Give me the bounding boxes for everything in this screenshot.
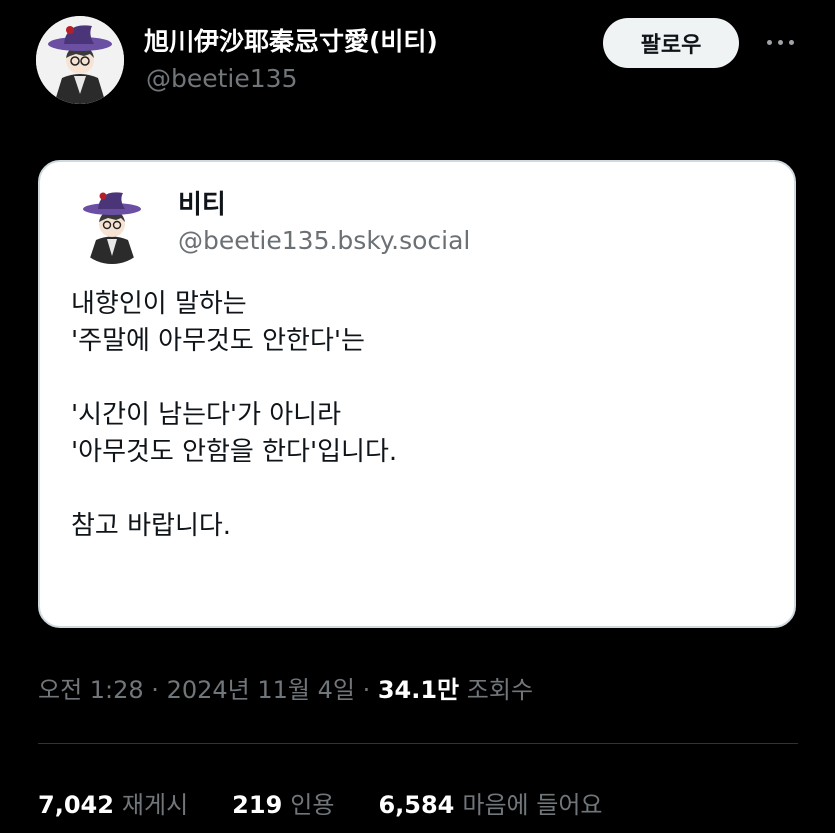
quote-avatar bbox=[72, 184, 152, 264]
divider bbox=[38, 743, 798, 744]
more-dot bbox=[766, 39, 772, 45]
quoted-post-card[interactable]: 비티 @beetie135.bsky.social 내향인이 말하는 '주말에 … bbox=[38, 160, 796, 628]
quote-text-line: '시간이 남는다'가 아니라 bbox=[71, 400, 342, 430]
author-display-name[interactable]: 旭川伊沙耶秦忌寸愛(비티) bbox=[144, 22, 438, 58]
more-dot bbox=[777, 39, 783, 45]
post-metadata: 오전 1:28 · 2024년 11월 4일 · 34.1만 조회수 bbox=[38, 670, 533, 705]
views-count: 34.1만 bbox=[377, 676, 460, 704]
reposts-label: 재게시 bbox=[121, 791, 189, 819]
quotes-count: 219 bbox=[232, 791, 283, 819]
quote-text: 내향인이 말하는 '주말에 아무것도 안한다'는 '시간이 남는다'가 아니라 … bbox=[71, 286, 397, 545]
views-label: 조회수 bbox=[466, 676, 534, 704]
quotes-label: 인용 bbox=[290, 791, 335, 819]
more-dot bbox=[788, 39, 794, 45]
avatar-illustration bbox=[72, 184, 152, 264]
post-timestamp[interactable]: 오전 1:28 · 2024년 11월 4일 · bbox=[38, 676, 378, 704]
author-handle[interactable]: @beetie135 bbox=[146, 64, 297, 93]
quote-author-handle: @beetie135.bsky.social bbox=[178, 226, 471, 255]
avatar-illustration bbox=[36, 16, 124, 104]
reposts-stat[interactable]: 7,042 재게시 bbox=[38, 785, 188, 820]
engagement-stats: 7,042 재게시 219 인용 6,584 마음에 들어요 bbox=[38, 785, 646, 820]
quote-text-line: 참고 바랍니다. bbox=[71, 511, 232, 541]
quote-text-line: '주말에 아무것도 안한다'는 bbox=[71, 326, 365, 356]
more-horizontal-icon[interactable] bbox=[760, 30, 800, 54]
quote-text-blank-line bbox=[71, 471, 397, 508]
reposts-count: 7,042 bbox=[38, 791, 114, 819]
quote-text-line: 내향인이 말하는 bbox=[71, 289, 247, 319]
quote-author-name: 비티 bbox=[178, 190, 226, 220]
follow-button[interactable]: 팔로우 bbox=[603, 18, 739, 68]
quote-text-blank-line bbox=[71, 360, 397, 397]
likes-label: 마음에 들어요 bbox=[462, 791, 603, 819]
quote-text-line: '아무것도 안함을 한다'입니다. bbox=[71, 437, 398, 467]
likes-count: 6,584 bbox=[378, 791, 455, 819]
quotes-stat[interactable]: 219 인용 bbox=[232, 785, 334, 820]
author-avatar[interactable] bbox=[36, 16, 124, 104]
likes-stat[interactable]: 6,584 마음에 들어요 bbox=[378, 785, 602, 820]
